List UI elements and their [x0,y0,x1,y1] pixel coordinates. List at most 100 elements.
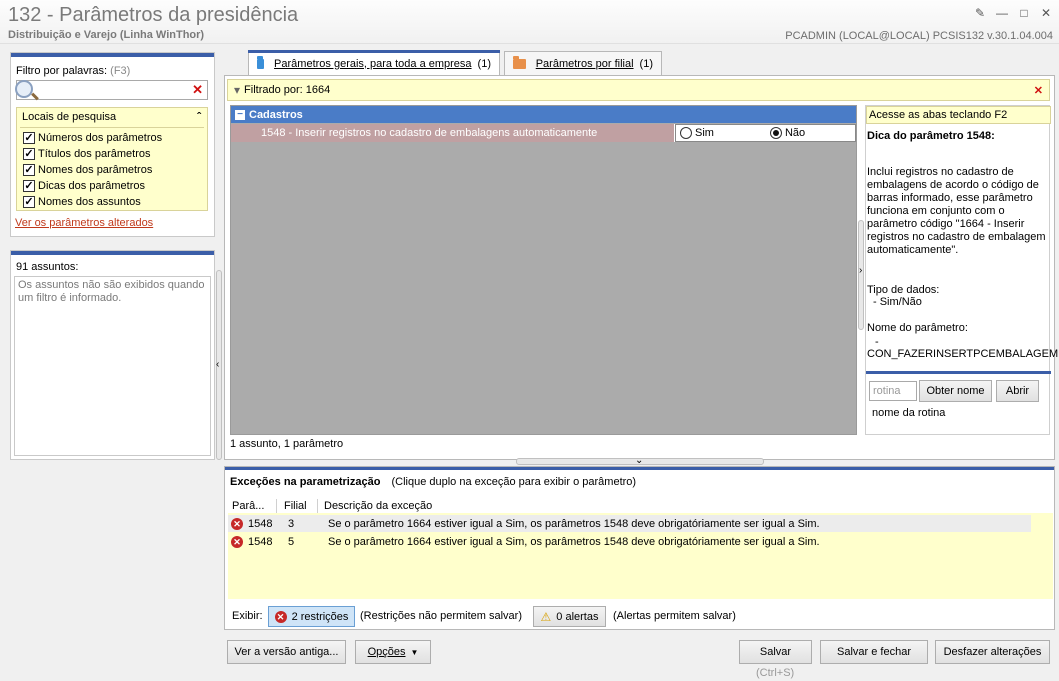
error-icon: ✕ [231,517,243,530]
alerts-button[interactable]: ⚠ 0 alertas [533,606,606,627]
funnel-icon: ▾ [234,83,241,97]
chevron-down-icon: ⌄ [635,455,644,466]
tab-general-params[interactable]: Parâmetros gerais, para toda a empresa (… [248,50,500,76]
warning-icon: ⚠ [540,609,552,624]
exception-desc: Se o parâmetro 1664 estiver igual a Sim,… [328,535,820,548]
checkbox-label: Títulos dos parâmetros [38,148,151,160]
options-button[interactable]: Opções ▼ [355,640,431,664]
edit-icon[interactable]: ✎ [972,6,988,20]
window-title: 132 - Parâmetros da presidência [8,4,299,26]
restrictions-button[interactable]: ✕ 2 restrições [268,606,355,627]
filter-bar-text: Filtrado por: 1664 [244,84,331,96]
collapse-group-icon[interactable]: − [235,109,245,120]
help-title: Dica do parâmetro 1548: [867,130,995,142]
chevron-left-icon: ‹ [216,359,220,370]
help-panel: Acesse as abas teclando F2 Dica do parâm… [865,105,1059,435]
filter-label-text: Filtro por palavras: [16,65,108,77]
save-button[interactable]: Salvar [739,640,812,664]
filter-bar: ▾ Filtrado por: 1664 ✕ [227,79,1050,101]
exceptions-subtitle: (Clique duplo na exceção para exibir o p… [391,476,637,488]
help-splitter[interactable]: › [858,220,864,330]
undo-changes-button[interactable]: Desfazer alterações [935,640,1050,664]
panel-accent [11,251,214,255]
alerts-button-label: 0 alertas [556,610,599,623]
save-close-button[interactable]: Salvar e fechar [820,640,928,664]
clear-search-icon[interactable]: ✕ [192,82,203,98]
location-subjects-checkbox[interactable]: ✓ Nomes dos assuntos [23,194,141,210]
help-name-value: CON_FAZERINSERTPCEMBALAGEM [867,348,1059,360]
open-button[interactable]: Abrir [996,380,1039,402]
location-tips-checkbox[interactable]: ✓ Dicas dos parâmetros [23,178,145,194]
user-info: PCADMIN (LOCAL@LOCAL) PCSIS132 v.30.1.04… [785,30,1053,42]
param-row[interactable]: 1548 - Inserir registros no cadastro de … [231,124,856,142]
search-input[interactable]: ✕ [15,80,208,101]
tab-count: (1) [477,57,491,70]
subjects-info: Os assuntos não são exibidos quando um f… [18,279,205,304]
chevron-right-icon: › [859,265,863,276]
checkbox-check-icon: ✓ [23,148,35,160]
subjects-count: 91 assuntos: [16,261,79,273]
tab-branch-params[interactable]: Parâmetros por filial (1) [504,51,662,75]
options-button-label: Opções [367,646,406,658]
window-subtitle: Distribuição e Varejo (Linha WinThor) [8,29,205,41]
exception-row[interactable]: ✕ 1548 5 Se o parâmetro 1664 estiver igu… [228,533,1031,550]
routine-lookup: rotina Obter nome Abrir nome da rotina [866,371,1051,433]
filter-label: Filtro por palavras: (F3) [16,65,130,77]
folder-icon [513,55,526,69]
exception-param: 1548 [248,535,273,548]
active-tab-accent [248,50,500,53]
checkbox-label: Nomes dos assuntos [38,196,141,208]
collapse-icon[interactable]: ˆ [197,110,201,124]
radio-no[interactable] [769,127,782,139]
restrictions-button-label: 2 restrições [291,610,349,623]
exception-row[interactable]: ✕ 1548 3 Se o parâmetro 1664 estiver igu… [228,515,1031,532]
help-description: Inclui registros no cadastro de embalage… [867,166,1046,256]
minimize-icon[interactable]: — [994,6,1010,20]
location-name-checkbox[interactable]: ✓ Nomes dos parâmetros [23,162,152,178]
vertical-splitter[interactable]: ‹ [216,270,222,460]
changed-params-link[interactable]: Ver os parâmetros alterados [15,217,153,229]
radio-yes[interactable] [680,127,692,139]
params-grid: − Cadastros 1548 - Inserir registros no … [230,105,857,435]
col-param[interactable]: Parâ... [228,499,277,513]
help-name-label: Nome do parâmetro: [867,322,968,334]
exceptions-panel: Exceções na parametrização (Clique duplo… [224,466,1055,630]
maximize-icon[interactable]: □ [1016,6,1032,20]
clear-filter-icon[interactable]: ✕ [1034,84,1043,97]
divider [20,127,204,128]
col-description[interactable]: Descrição da exceção [320,499,570,513]
search-icon [15,80,33,98]
dropdown-arrow-icon: ▼ [410,647,419,657]
title-bar: 132 - Parâmetros da presidência Distribu… [0,0,1059,44]
filter-panel: Filtro por palavras: (F3) ✕ Locais de pe… [10,52,215,237]
horizontal-splitter[interactable]: ⌄ [516,455,764,466]
subjects-list[interactable]: Os assuntos não são exibidos quando um f… [14,276,211,456]
exception-param: 1548 [248,517,273,530]
location-title-checkbox[interactable]: ✓ Títulos dos parâmetros [23,146,151,162]
restrictions-note: (Restrições não permitem salvar) [360,610,522,622]
routine-input[interactable]: rotina [869,381,917,401]
help-hint: Acesse as abas teclando F2 [866,106,1051,124]
tab-label: Parâmetros gerais, para toda a empresa [274,57,472,70]
checkbox-check-icon: ✓ [23,196,35,208]
radio-no-label: Não [784,127,806,139]
error-icon: ✕ [231,535,243,548]
checkbox-label: Números dos parâmetros [38,132,163,144]
save-shortcut: (Ctrl+S) [756,667,795,679]
exception-filial: 5 [288,535,295,548]
panel-accent [11,53,214,57]
checkbox-label: Dicas dos parâmetros [38,180,145,192]
tab-count: (1) [639,57,653,70]
old-version-button[interactable]: Ver a versão antiga... [227,640,346,664]
location-number-checkbox[interactable]: ✓ Números dos parâmetros [23,130,162,146]
group-header[interactable]: − Cadastros [231,106,856,123]
exceptions-accent [225,467,1054,470]
routine-name: nome da rotina [872,407,946,419]
exception-desc: Se o parâmetro 1664 estiver igual a Sim,… [328,517,820,530]
show-label: Exibir: [232,610,263,622]
get-name-button[interactable]: Obter nome [919,380,992,402]
status-text: 1 assunto, 1 parâmetro [230,438,344,450]
close-icon[interactable]: ✕ [1038,6,1054,20]
col-filial[interactable]: Filial [280,499,318,513]
subjects-panel: 91 assuntos: Os assuntos não são exibido… [10,250,215,460]
